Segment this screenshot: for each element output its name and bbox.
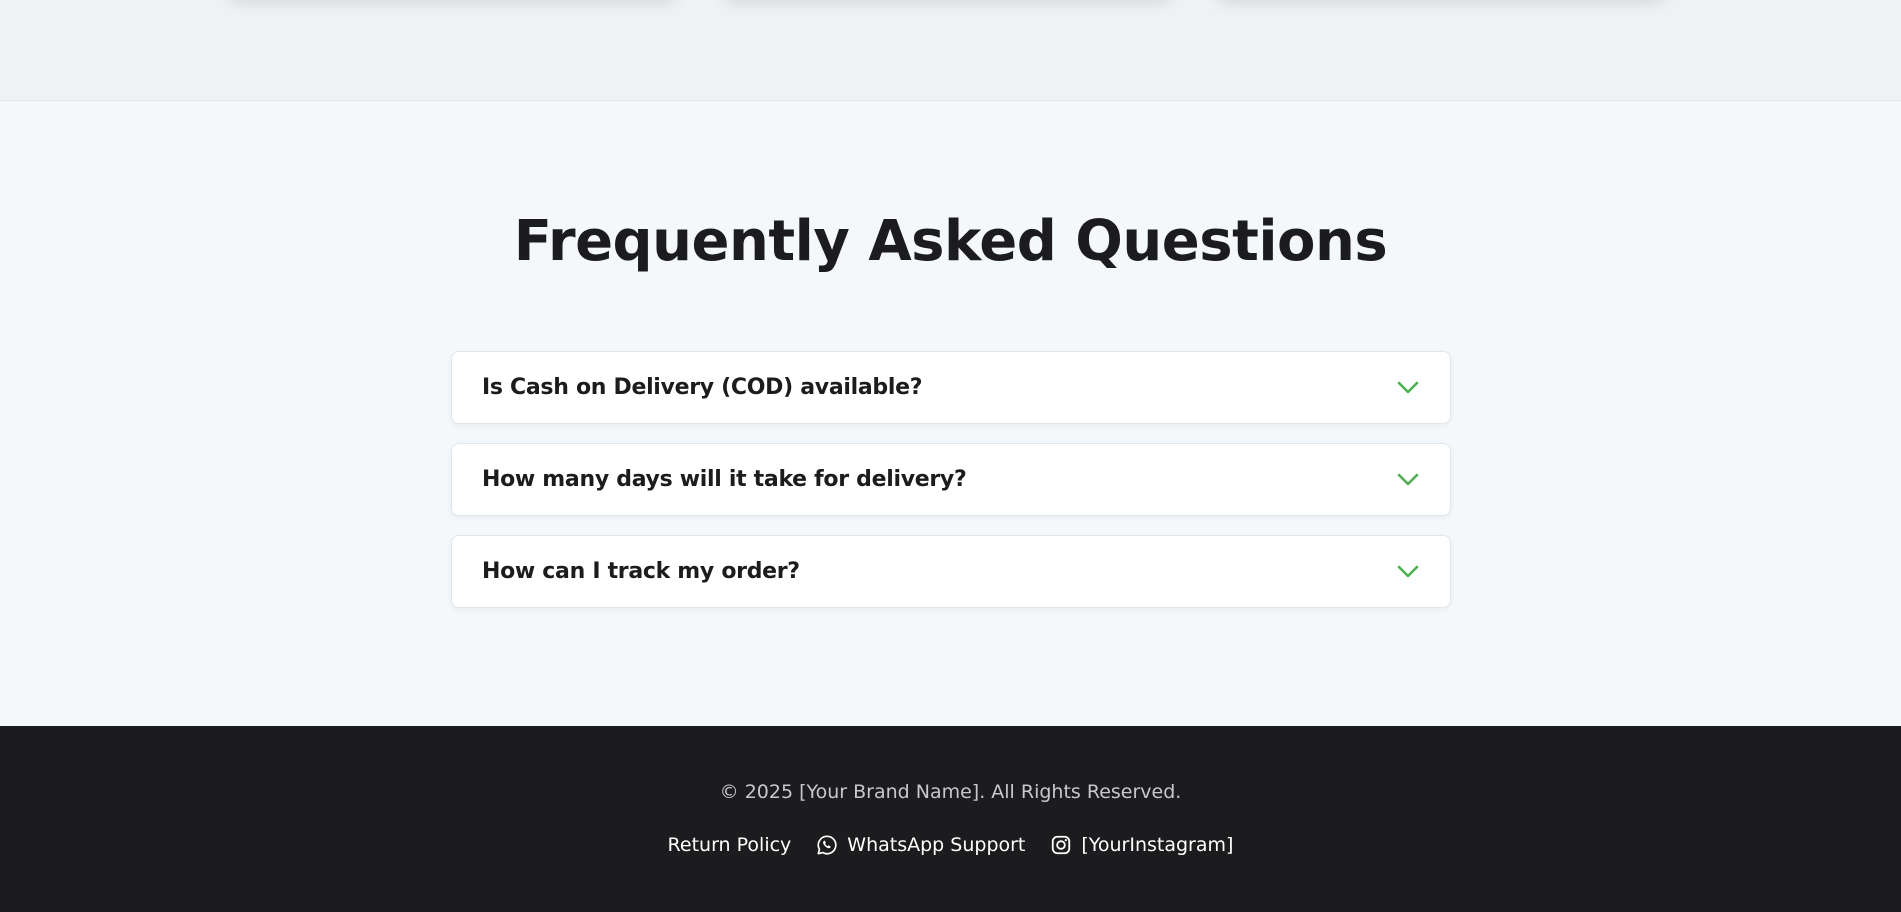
footer-link-label: [YourInstagram] <box>1081 834 1234 856</box>
faq-question: Is Cash on Delivery (COD) available? <box>482 375 923 400</box>
footer-links: Return Policy WhatsApp Support [YourInst… <box>0 834 1901 856</box>
chevron-down-icon <box>1396 468 1420 492</box>
faq-question: How many days will it take for delivery? <box>482 467 967 492</box>
faq-section: Frequently Asked Questions Is Cash on De… <box>0 101 1901 726</box>
faq-item-cod[interactable]: Is Cash on Delivery (COD) available? <box>451 351 1451 424</box>
previous-section <box>0 0 1901 101</box>
footer-link-label: WhatsApp Support <box>847 834 1026 856</box>
chevron-down-icon <box>1396 376 1420 400</box>
whatsapp-support-link[interactable]: WhatsApp Support <box>816 834 1025 856</box>
instagram-link[interactable]: [YourInstagram] <box>1050 834 1233 856</box>
chevron-down-icon <box>1396 560 1420 584</box>
instagram-icon <box>1050 834 1072 856</box>
footer: © 2025 [Your Brand Name]. All Rights Res… <box>0 726 1901 912</box>
faq-item-delivery-time[interactable]: How many days will it take for delivery? <box>451 443 1451 516</box>
whatsapp-icon <box>816 834 838 856</box>
return-policy-link[interactable]: Return Policy <box>668 834 792 856</box>
faq-list: Is Cash on Delivery (COD) available? How… <box>451 351 1451 627</box>
faq-question: How can I track my order? <box>482 559 800 584</box>
footer-link-label: Return Policy <box>667 834 792 856</box>
copyright-text: © 2025 [Your Brand Name]. All Rights Res… <box>719 781 1182 803</box>
faq-item-track-order[interactable]: How can I track my order? <box>451 535 1451 608</box>
faq-title: Frequently Asked Questions <box>513 209 1388 274</box>
